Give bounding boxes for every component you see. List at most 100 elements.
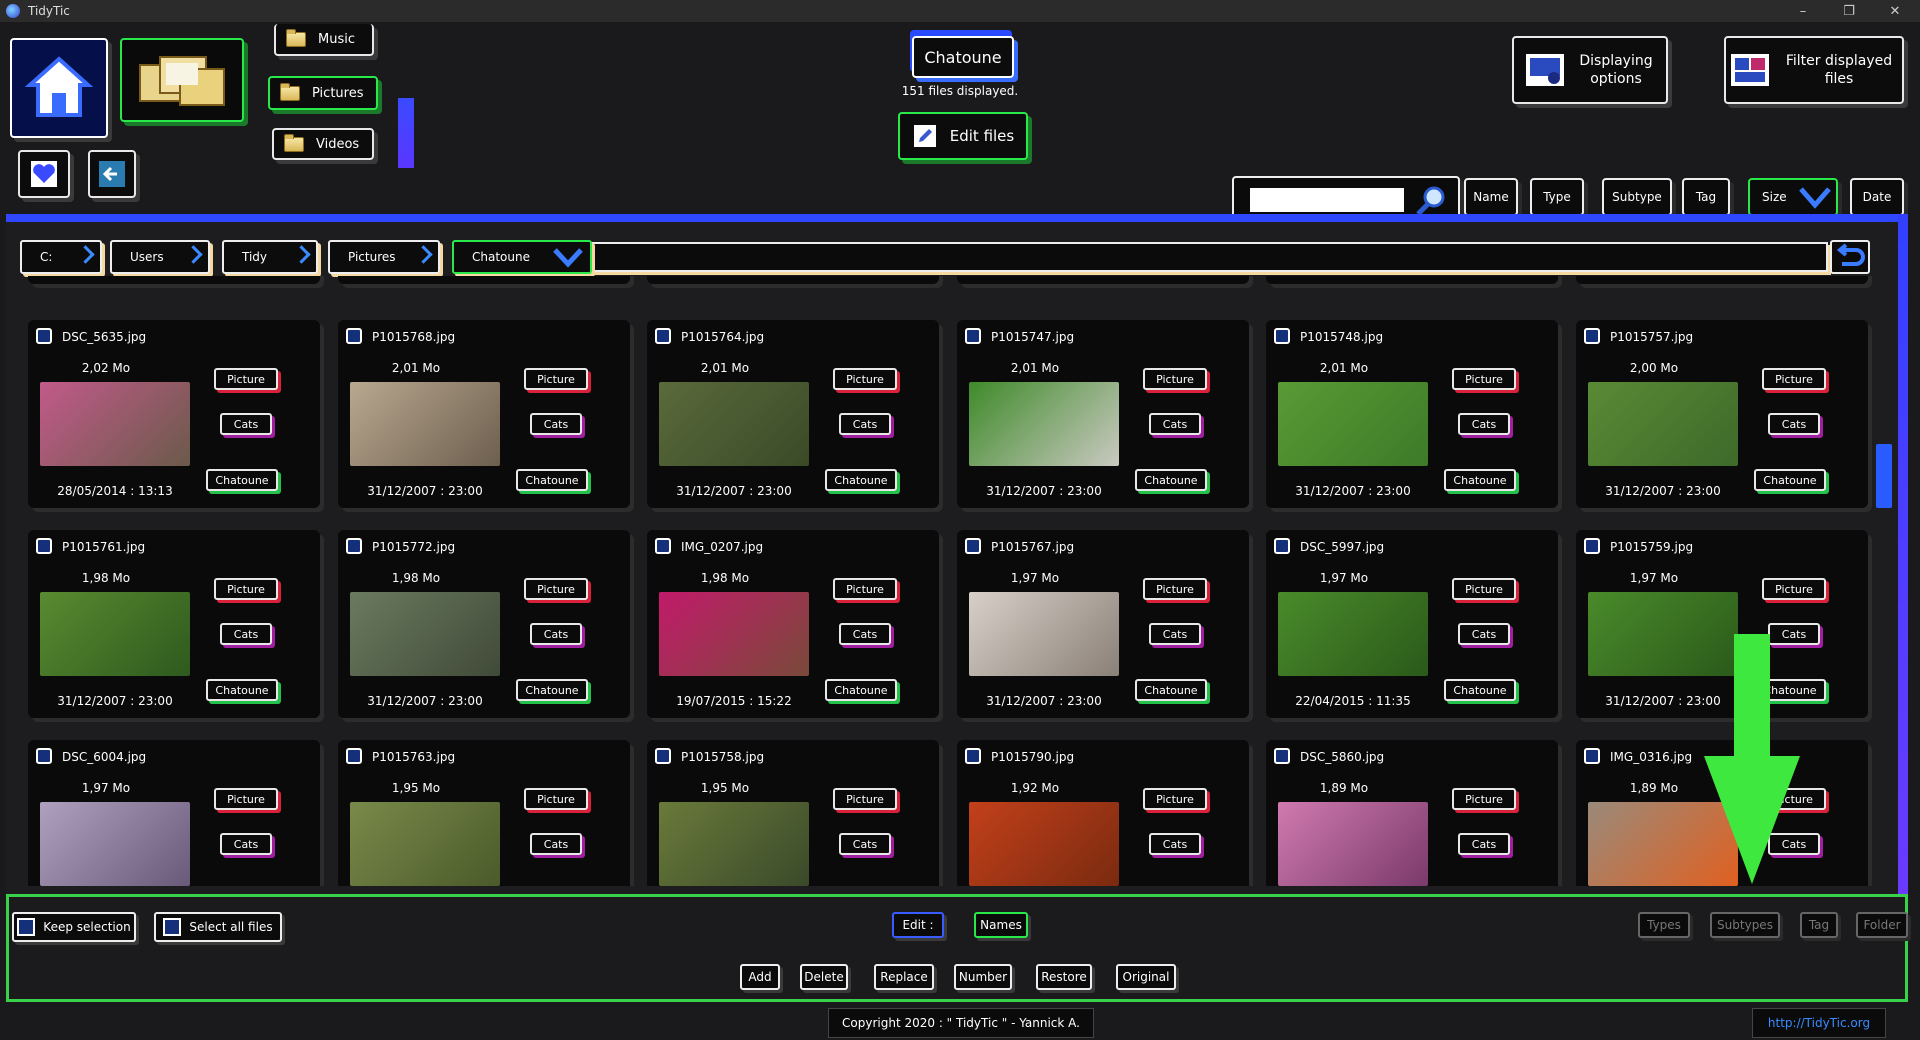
file-thumbnail[interactable] [40,592,190,676]
type-tag[interactable]: Picture [833,788,897,810]
subtype-tag[interactable]: Cats [530,623,582,645]
action-replace-button[interactable]: Replace [874,964,934,990]
select-checkbox[interactable] [655,748,671,764]
select-checkbox[interactable] [1274,538,1290,554]
type-tag[interactable]: Picture [1762,368,1826,390]
home-button[interactable] [10,38,108,138]
select-checkbox[interactable] [36,538,52,554]
type-tag[interactable]: Picture [1143,368,1207,390]
folders-view-button[interactable] [120,38,244,122]
tag-label[interactable]: Chatoune [1444,469,1516,491]
type-tag[interactable]: Picture [214,368,278,390]
file-thumbnail[interactable] [350,802,500,886]
select-checkbox[interactable] [655,328,671,344]
file-thumbnail[interactable] [1588,382,1738,466]
edit-names-button[interactable]: Names [974,912,1028,938]
breadcrumb-item-users[interactable]: Users [110,240,210,274]
file-card[interactable]: DSC_6004.jpg1,97 MoPictureCatsChatoune [28,740,320,886]
maximize-button[interactable]: ❐ [1826,0,1872,22]
file-card[interactable]: P1015748.jpg 2,01 Mo 31/12/2007 : 23:00 Pic… [1266,320,1558,508]
file-card[interactable]: P1015764.jpg 2,01 Mo 31/12/2007 : 23:00 Pic… [647,320,939,508]
select-checkbox[interactable] [346,328,362,344]
type-tag[interactable]: Picture [833,578,897,600]
sort-size-button[interactable]: Size [1748,178,1838,216]
subtype-tag[interactable]: Cats [839,833,891,855]
edit-subtypes-button[interactable]: Subtypes [1710,912,1780,938]
type-tag[interactable]: Picture [1762,578,1826,600]
sort-tag-button[interactable]: Tag [1682,178,1730,216]
sort-subtype-button[interactable]: Subtype [1602,178,1672,216]
breadcrumb-item-pictures[interactable]: Pictures [328,240,440,274]
action-restore-button[interactable]: Restore [1036,964,1092,990]
tag-label[interactable]: Chatoune [1135,469,1207,491]
file-thumbnail[interactable] [350,592,500,676]
path-bar[interactable] [590,242,1828,272]
file-thumbnail[interactable] [659,382,809,466]
sort-type-button[interactable]: Type [1530,178,1584,216]
tag-label[interactable]: Chatoune [1754,469,1826,491]
select-checkbox[interactable] [1584,538,1600,554]
tag-label[interactable]: Chatoune [825,469,897,491]
breadcrumb-item-c[interactable]: C: [20,240,102,274]
file-thumbnail[interactable] [40,802,190,886]
file-card[interactable]: P1015763.jpg1,95 MoPictureCatsChatoune [338,740,630,886]
subtype-tag[interactable]: Cats [1149,623,1201,645]
minimize-button[interactable]: – [1780,0,1826,22]
file-thumbnail[interactable] [1278,382,1428,466]
sort-name-button[interactable]: Name [1464,178,1518,216]
select-checkbox[interactable] [36,748,52,764]
subtype-tag[interactable]: Cats [839,413,891,435]
select-all-button[interactable]: Select all files [154,912,282,942]
breadcrumb-item-chatoune[interactable]: Chatoune [452,240,592,274]
subtype-tag[interactable]: Cats [530,413,582,435]
file-card[interactable]: 31/12/2007 : 23:00 [957,276,1249,284]
subtype-tag[interactable]: Cats [1768,413,1820,435]
close-button[interactable]: ✕ [1872,0,1918,22]
type-tag[interactable]: Picture [1143,788,1207,810]
select-checkbox[interactable] [346,538,362,554]
back-button[interactable] [88,150,136,198]
file-card[interactable]: 09/04/2016 : 17:45 [647,276,939,284]
type-tag[interactable]: Picture [1452,368,1516,390]
file-thumbnail[interactable] [659,592,809,676]
file-card[interactable]: P1015790.jpg1,92 MoPictureCatsChatoune [957,740,1249,886]
tag-label[interactable]: Chatoune [825,679,897,701]
file-card[interactable]: IMG_0207.jpg 1,98 Mo 19/07/2015 : 15:22 Pic… [647,530,939,718]
type-tag[interactable]: Picture [1452,788,1516,810]
edit-types-button[interactable]: Types [1638,912,1690,938]
file-card[interactable]: P1015747.jpg 2,01 Mo 31/12/2007 : 23:00 Pic… [957,320,1249,508]
type-tag[interactable]: Picture [524,368,588,390]
tag-label[interactable]: Chatoune [1135,679,1207,701]
select-checkbox[interactable] [655,538,671,554]
file-card[interactable]: 31/12/2007 : 23:00 [338,276,630,284]
subtype-tag[interactable]: Cats [220,623,272,645]
file-card[interactable]: 31/12/2007 : 23:00 [1576,276,1868,284]
file-thumbnail[interactable] [1278,592,1428,676]
file-card[interactable]: P1015768.jpg 2,01 Mo 31/12/2007 : 23:00 Pic… [338,320,630,508]
type-tag[interactable]: Picture [1143,578,1207,600]
path-back-button[interactable] [1830,240,1870,274]
action-delete-button[interactable]: Delete [800,964,848,990]
subtype-tag[interactable]: Cats [220,413,272,435]
file-thumbnail[interactable] [969,592,1119,676]
subtype-tag[interactable]: Cats [530,833,582,855]
action-number-button[interactable]: Number [954,964,1012,990]
tag-label[interactable]: Chatoune [1444,679,1516,701]
select-checkbox[interactable] [965,748,981,764]
pictures-button[interactable]: Pictures [268,76,378,110]
file-thumbnail[interactable] [969,802,1119,886]
select-checkbox[interactable] [965,538,981,554]
tag-label[interactable]: Chatoune [206,469,278,491]
type-tag[interactable]: Picture [214,788,278,810]
type-tag[interactable]: Picture [214,578,278,600]
select-checkbox[interactable] [1274,328,1290,344]
edit-folder-button[interactable]: Folder [1856,912,1908,938]
type-tag[interactable]: Picture [1452,578,1516,600]
search-input[interactable] [1250,188,1404,212]
subtype-tag[interactable]: Cats [1458,833,1510,855]
type-tag[interactable]: Picture [833,368,897,390]
subtype-tag[interactable]: Cats [1458,623,1510,645]
file-card[interactable]: P1015757.jpg 2,00 Mo 31/12/2007 : 23:00 Pic… [1576,320,1868,508]
file-card[interactable]: P1015761.jpg 1,98 Mo 31/12/2007 : 23:00 Pic… [28,530,320,718]
file-thumbnail[interactable] [40,382,190,466]
